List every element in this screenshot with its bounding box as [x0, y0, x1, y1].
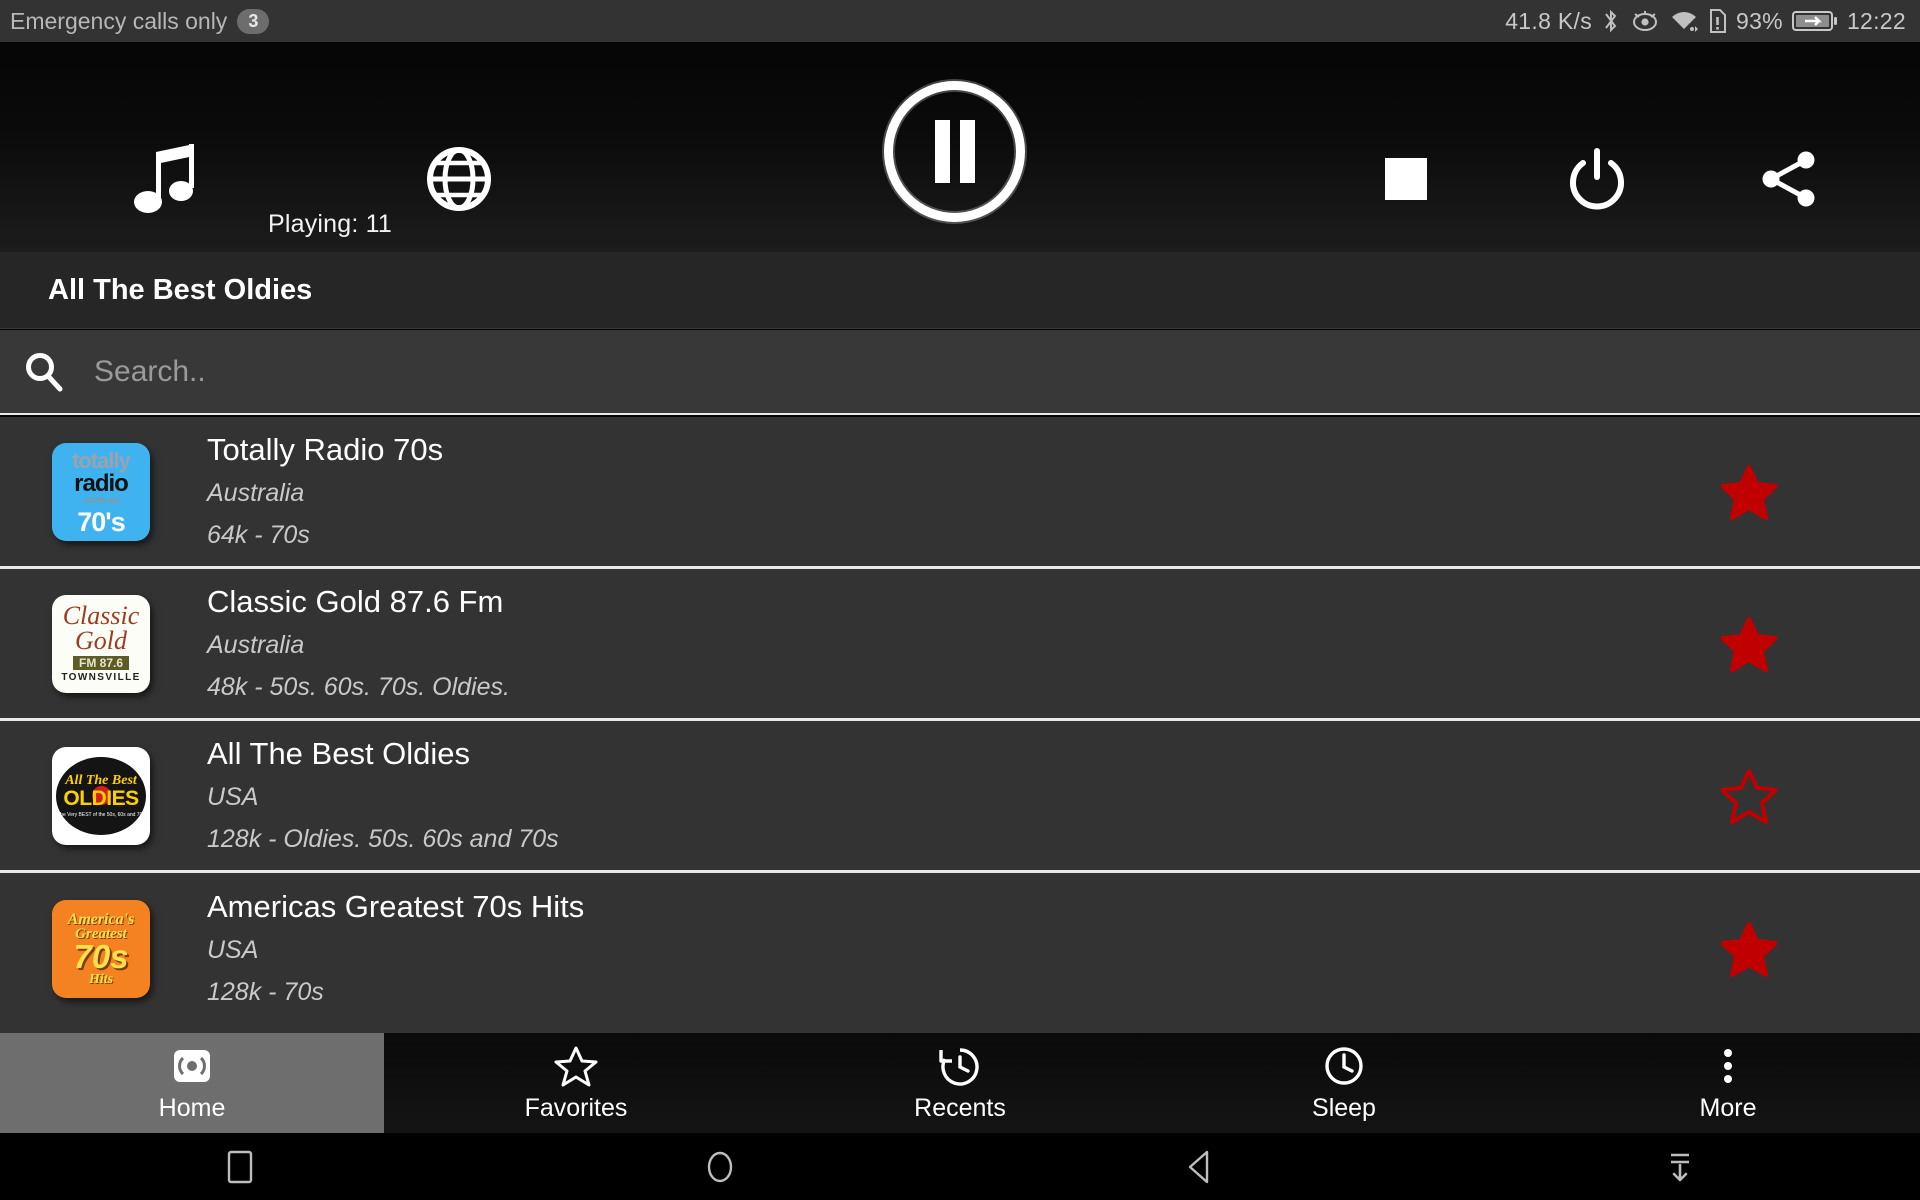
clock-icon	[1322, 1043, 1366, 1087]
tab-home[interactable]: Home	[0, 1033, 384, 1133]
station-info: Americas Greatest 70s Hits USA 128k - 70…	[207, 885, 1721, 1013]
tab-label: More	[1699, 1094, 1757, 1122]
carrier-label: Emergency calls only	[10, 7, 228, 34]
wifi-icon	[1669, 8, 1699, 34]
tab-label: Home	[158, 1094, 226, 1122]
logo-line-4: 70's	[77, 506, 125, 537]
logo-line-3: The Very BEST of the 50s, 60s and 70s	[57, 811, 145, 818]
bottom-tab-bar: Home Favorites Recents Sleep More	[0, 1033, 1920, 1133]
station-logo: totally radio .com.au 70's	[52, 442, 150, 541]
tab-more[interactable]: More	[1536, 1033, 1920, 1133]
app-root: Emergency calls only 3 41.8 K/s 93% 12:2…	[0, 0, 1920, 1200]
history-icon	[938, 1043, 982, 1087]
station-info: Totally Radio 70s Australia 64k - 70s	[207, 428, 1721, 556]
table-row[interactable]: All The Best OLDIES The Very BEST of the…	[0, 721, 1920, 873]
logo-line-3: 70s	[73, 937, 129, 975]
search-bar[interactable]	[0, 330, 1920, 415]
station-name: Classic Gold 87.6 Fm	[207, 583, 504, 619]
overflow-dots-icon	[1720, 1043, 1736, 1087]
tab-favorites[interactable]: Favorites	[384, 1033, 768, 1133]
battery-charging-icon	[1791, 9, 1838, 33]
back-triangle-icon[interactable]	[960, 1147, 1440, 1187]
station-country: USA	[207, 782, 259, 811]
player-header: Playing: 11	[0, 42, 1920, 252]
status-bar: Emergency calls only 3 41.8 K/s 93% 12:2…	[0, 0, 1920, 42]
logo-line-2: OLDIES	[63, 786, 139, 810]
station-logo: All The Best OLDIES The Very BEST of the…	[52, 746, 150, 845]
station-meta: 48k - 50s. 60s. 70s. Oldies.	[207, 672, 510, 701]
station-meta: 64k - 70s	[207, 520, 310, 549]
tab-label: Recents	[914, 1094, 1006, 1122]
recents-square-icon[interactable]	[0, 1147, 480, 1187]
table-row[interactable]: Classic Gold FM 87.6 TOWNSVILLE Classic …	[0, 569, 1920, 721]
station-logo: America's Greatest 70s Hits	[52, 900, 150, 998]
station-meta: 128k - Oldies. 50s. 60s and 70s	[207, 824, 559, 853]
radio-broadcast-icon	[171, 1043, 213, 1087]
station-list[interactable]: totally radio .com.au 70's Totally Radio…	[0, 417, 1920, 1033]
status-bar-left: Emergency calls only 3	[10, 7, 270, 35]
sim-alert-icon	[1708, 8, 1727, 34]
status-bar-right: 41.8 K/s 93% 12:22	[1505, 8, 1906, 35]
playing-count-label: Playing: 11	[268, 210, 393, 238]
station-meta: 128k - 70s	[207, 978, 324, 1006]
station-country: Australia	[207, 478, 305, 507]
share-icon[interactable]	[1758, 148, 1820, 210]
tab-label: Favorites	[524, 1094, 628, 1122]
logo-line-1: America's	[67, 910, 135, 928]
station-info: All The Best Oldies USA 128k - Oldies. 5…	[207, 732, 1721, 860]
hide-keyboard-icon[interactable]	[1440, 1147, 1920, 1187]
station-country: Australia	[207, 630, 305, 659]
android-nav-bar	[0, 1133, 1920, 1200]
logo-line-2: radio	[74, 469, 129, 497]
home-circle-icon[interactable]	[480, 1147, 960, 1187]
search-icon	[22, 350, 66, 394]
bluetooth-icon	[1601, 8, 1621, 34]
station-name: Americas Greatest 70s Hits	[207, 889, 585, 924]
tab-sleep[interactable]: Sleep	[1152, 1033, 1536, 1133]
tab-recents[interactable]: Recents	[768, 1033, 1152, 1133]
notification-count-badge: 3	[237, 8, 270, 34]
station-info: Classic Gold 87.6 Fm Australia 48k - 50s…	[207, 580, 1721, 708]
stop-icon[interactable]	[1385, 158, 1427, 200]
network-speed-label: 41.8 K/s	[1505, 7, 1592, 34]
logo-line-1: Classic	[62, 601, 140, 630]
favorite-star-outline[interactable]	[1720, 768, 1778, 824]
search-input[interactable]	[94, 354, 1920, 389]
station-name: Totally Radio 70s	[207, 431, 444, 467]
table-row[interactable]: totally radio .com.au 70's Totally Radio…	[0, 417, 1920, 569]
favorite-star-filled[interactable]	[1720, 464, 1778, 520]
station-country: USA	[207, 936, 259, 964]
logo-line-3: .com.au	[82, 494, 120, 506]
battery-percent-label: 93%	[1736, 7, 1783, 34]
globe-icon[interactable]	[426, 146, 492, 212]
tab-label: Sleep	[1312, 1094, 1376, 1122]
music-note-icon[interactable]	[132, 144, 202, 218]
logo-line-3: FM 87.6	[72, 656, 129, 670]
clock-label: 12:22	[1846, 7, 1906, 34]
table-row[interactable]: America's Greatest 70s Hits Americas Gre…	[0, 873, 1920, 1025]
station-name: All The Best Oldies	[207, 735, 471, 771]
now-playing-title: All The Best Oldies	[0, 252, 1920, 329]
eye-icon	[1630, 8, 1660, 34]
power-icon[interactable]	[1565, 147, 1629, 211]
logo-line-4: Hits	[88, 971, 114, 987]
vinyl-record-icon: All The Best OLDIES The Very BEST of the…	[56, 756, 146, 835]
station-logo: Classic Gold FM 87.6 TOWNSVILLE	[52, 594, 150, 693]
pause-button[interactable]	[872, 69, 1037, 234]
favorite-star-filled[interactable]	[1720, 616, 1778, 672]
logo-line-4: TOWNSVILLE	[61, 672, 141, 683]
star-outline-icon	[554, 1043, 598, 1087]
favorite-star-filled[interactable]	[1720, 921, 1778, 977]
logo-line-2: Gold	[75, 626, 127, 655]
